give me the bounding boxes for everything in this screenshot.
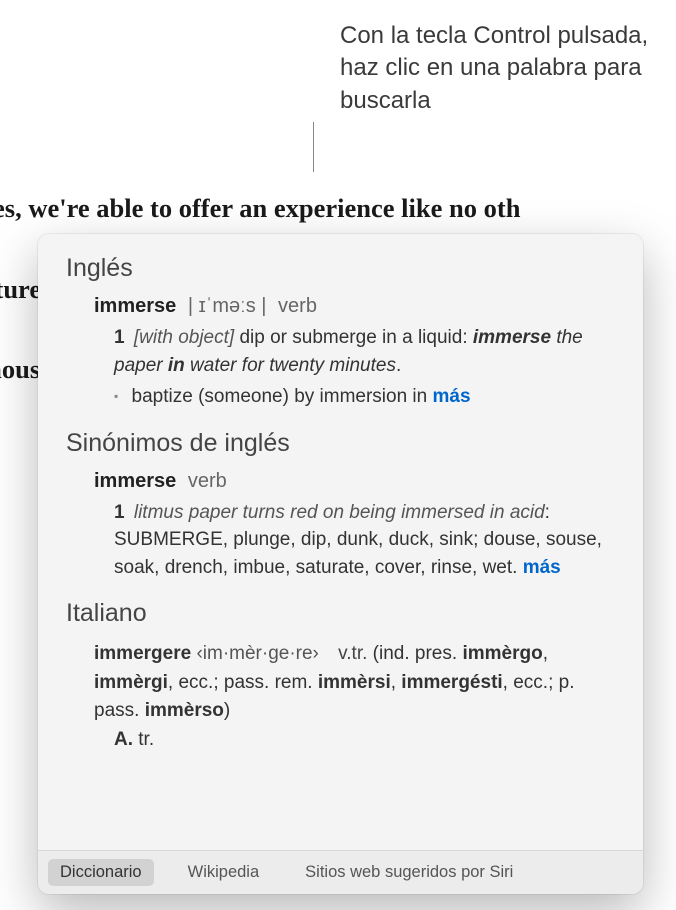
italian-headword: immergere [94,643,191,664]
syn-example: litmus paper turns red on being immersed… [134,502,545,523]
english-subsense: baptize (someone) by immersion in más [114,383,615,411]
it-sub-pos: tr. [138,729,154,750]
def-text: dip or submerge in a liquid: [234,327,473,348]
it-f2: immèrgi [94,672,168,693]
italian-sub: A. tr. [114,726,615,755]
lookup-popover: Inglés immerse | ɪˈməːs | verb 1 [with o… [38,234,643,894]
it-f4: immergésti [401,672,502,693]
it-f3: immèrsi [318,672,391,693]
italian-entry: immergere ‹im·mèr·ge·re› v.tr. (ind. pre… [94,640,615,754]
synonyms-headword-line: immerse verb [94,470,615,493]
section-title-english: Inglés [66,254,615,283]
it-sep1: , [543,643,548,664]
it-forms-pre: (ind. pres. [373,643,463,664]
synonyms-entry: immerse verb 1 litmus paper turns red on… [94,470,615,582]
italian-pos: v.tr. [338,643,367,664]
it-f1: immèrgo [462,643,542,664]
bg-line1: ckages, we're able to offer an experienc… [0,193,520,223]
section-title-italian: Italiano [66,599,615,628]
it-sep2: , ecc.; pass. rem. [168,672,318,693]
footer-tab-wikipedia[interactable]: Wikipedia [176,859,272,886]
example-bold2: in [168,355,185,376]
callout-annotation: Con la tecla Control pulsada, haz clic e… [340,20,650,117]
italian-syllables: ‹im·mèr·ge·re› [196,643,318,664]
english-entry: immerse | ɪˈməːs | verb 1 [with object] … [94,295,615,411]
synonyms-pos: verb [188,470,227,492]
sense-number: 1 [114,327,125,348]
section-title-synonyms: Sinónimos de inglés [66,429,615,458]
syn-sense-number: 1 [114,502,125,523]
more-link-english[interactable]: más [433,386,471,407]
example-mid2: water for twenty minutes [185,355,396,376]
subsense-text: baptize (someone) by immersion in [132,386,433,407]
synonyms-block: 1 litmus paper turns red on being immers… [114,499,615,582]
footer-tab-siri[interactable]: Sitios web sugeridos por Siri [293,859,525,886]
popover-scroll-content[interactable]: Inglés immerse | ɪˈməːs | verb 1 [with o… [38,234,643,850]
english-headword: immerse [94,295,176,317]
synonyms-headword: immerse [94,470,176,492]
english-pos: verb [278,295,317,317]
example-end: . [396,355,401,376]
popover-footer: Diccionario Wikipedia Sitios web sugerid… [38,850,643,894]
grammar-label: [with object] [134,327,234,348]
english-definition: 1 [with object] dip or submerge in a liq… [114,324,615,411]
it-forms-end: ) [224,700,230,721]
english-headword-line: immerse | ɪˈməːs | verb [94,295,615,318]
it-sep3: , [391,672,402,693]
it-sub-label: A. [114,729,133,750]
syn-first: SUBMERGE [114,529,223,550]
example-bold1: immerse [473,327,551,348]
footer-tab-dictionary[interactable]: Diccionario [48,859,154,886]
english-pronunciation: | ɪˈməːs | [188,295,267,317]
more-link-synonyms[interactable]: más [523,557,561,578]
it-f5: immèrso [145,700,224,721]
